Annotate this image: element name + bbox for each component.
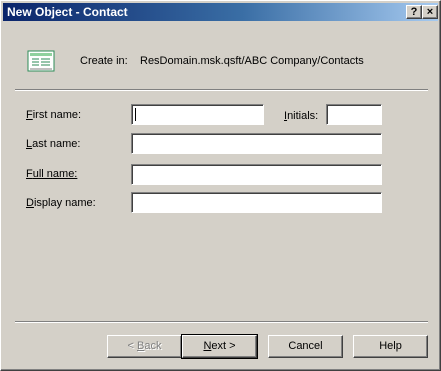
help-button[interactable]: Help — [353, 335, 428, 358]
window-title: New Object - Contact — [7, 5, 128, 19]
cancel-button[interactable]: Cancel — [268, 335, 343, 358]
create-in-path: ResDomain.msk.qsft/ABC Company/Contacts — [140, 55, 364, 67]
last-name-input[interactable] — [134, 135, 378, 151]
initials-field[interactable] — [326, 104, 382, 125]
text-caret — [135, 108, 136, 121]
next-button[interactable]: Next > — [181, 334, 258, 359]
header-separator — [15, 89, 428, 91]
first-name-input[interactable] — [134, 106, 260, 122]
back-button[interactable]: < Back — [107, 335, 182, 358]
dialog-window: New Object - Contact ? × Create in: ResD… — [0, 0, 441, 371]
display-name-field[interactable] — [131, 192, 382, 213]
last-name-label: Last name: — [26, 138, 81, 150]
create-in-label: Create in: — [80, 55, 128, 67]
contact-card-icon — [27, 50, 55, 72]
title-bar[interactable]: New Object - Contact ? × — [3, 3, 438, 21]
initials-input[interactable] — [329, 106, 378, 122]
display-name-label: Display name: — [26, 197, 96, 209]
help-icon[interactable]: ? — [406, 5, 422, 19]
footer-separator — [15, 321, 428, 323]
first-name-label: First name: — [26, 109, 82, 121]
initials-label: Initials: — [284, 110, 319, 122]
display-name-input[interactable] — [134, 194, 378, 210]
first-name-field[interactable] — [131, 104, 264, 125]
last-name-field[interactable] — [131, 133, 382, 154]
full-name-field[interactable] — [131, 164, 382, 185]
full-name-label: Full name: — [26, 168, 78, 180]
full-name-input[interactable] — [134, 166, 378, 182]
close-icon[interactable]: × — [422, 5, 438, 19]
